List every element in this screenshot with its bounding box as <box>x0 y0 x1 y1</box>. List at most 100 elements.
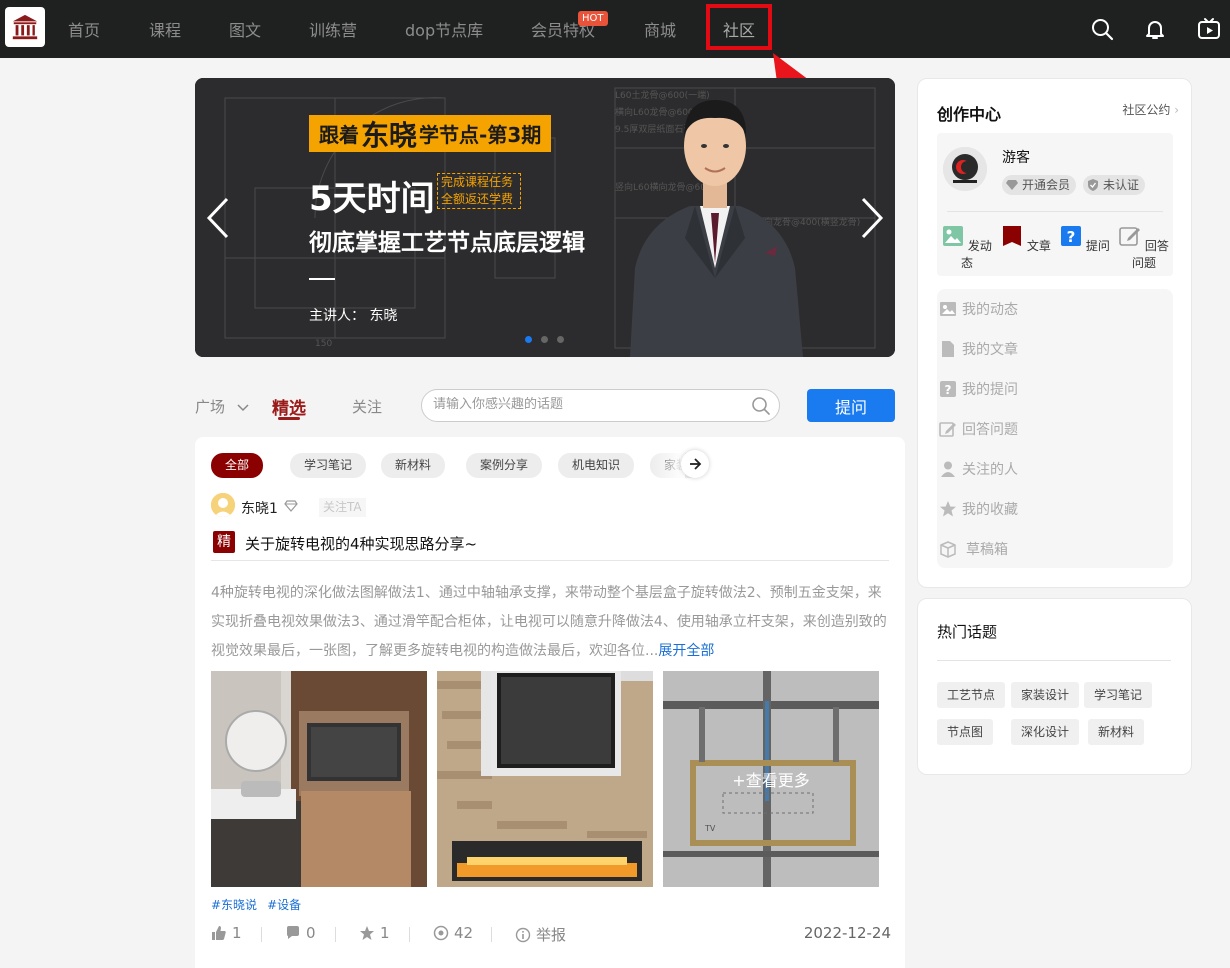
nav-home[interactable]: 首页 <box>68 17 100 41</box>
avatar[interactable] <box>943 147 987 191</box>
menu-my-articles[interactable]: 我的文章 <box>939 339 1018 359</box>
report-button[interactable]: 举报 <box>515 924 566 945</box>
follow-author-button[interactable]: 关注TA <box>319 498 366 517</box>
tab-featured[interactable]: 精选 <box>272 394 306 419</box>
view-more-overlay[interactable]: +查看更多 <box>663 671 879 887</box>
open-vip-badge[interactable]: 开通会员 <box>1002 175 1077 195</box>
post-update-button[interactable]: 发动态 <box>939 225 995 271</box>
banner-box-line2: 全额返还学费 <box>441 192 514 206</box>
article-icon <box>1003 226 1022 246</box>
creation-center-title: 创作中心 <box>937 105 1002 124</box>
hot-topics-divider <box>937 660 1171 661</box>
search-icon[interactable] <box>751 396 771 416</box>
hot-topic-chip[interactable]: 新材料 <box>1088 719 1145 745</box>
banner-tag-name: 东晓 <box>361 118 418 152</box>
category-chip-study-notes[interactable]: 学习笔记 <box>290 453 367 478</box>
banner-dot[interactable] <box>525 336 532 343</box>
video-play-icon[interactable] <box>1197 17 1221 41</box>
nav-courses[interactable]: 课程 <box>149 17 181 41</box>
category-chip-all[interactable]: 全部 <box>211 453 264 478</box>
hot-topic-chip[interactable]: 节点图 <box>937 719 994 745</box>
nav-dop-library[interactable]: dop节点库 <box>405 17 483 41</box>
post-update-label: 发动态 <box>960 239 992 270</box>
menu-my-questions[interactable]: ? 我的提问 <box>939 379 1018 399</box>
svg-text:?: ? <box>945 383 952 397</box>
banner-next-arrow[interactable] <box>859 196 885 240</box>
tab-plaza[interactable]: 广场 <box>195 396 250 417</box>
category-scroll-right-button[interactable] <box>681 450 709 478</box>
comment-icon <box>287 926 299 939</box>
banner-dot[interactable] <box>557 336 564 343</box>
author-avatar[interactable] <box>211 493 235 517</box>
ask-question-button[interactable]: 提问 <box>807 389 895 422</box>
nav-training-camp[interactable]: 训练营 <box>309 17 357 41</box>
post-date: 2022-12-24 <box>803 924 891 942</box>
banner-dots <box>525 336 564 343</box>
banner-subtitle: 彻底掌握工艺节点底层逻辑 <box>309 230 585 256</box>
community-highlight-box <box>706 4 772 50</box>
tab-follow[interactable]: 关注 <box>352 396 382 417</box>
post-image[interactable] <box>437 671 653 887</box>
thumbs-up-icon <box>212 926 226 940</box>
banner-prev-arrow[interactable] <box>205 196 231 240</box>
menu-following[interactable]: 关注的人 <box>939 459 1018 479</box>
banner-dot[interactable] <box>541 336 548 343</box>
uncertified-label: 未认证 <box>1103 178 1140 192</box>
post-image[interactable] <box>211 671 427 887</box>
category-chip-mep[interactable]: 机电知识 <box>558 453 635 478</box>
nav-articles[interactable]: 图文 <box>229 17 261 41</box>
category-chip-case-sharing[interactable]: 案例分享 <box>466 453 543 478</box>
menu-drafts[interactable]: 草稿箱 <box>939 539 1008 559</box>
bell-icon[interactable] <box>1143 17 1167 41</box>
tab-active-indicator <box>278 417 300 420</box>
write-article-label: 文章 <box>1026 239 1051 253</box>
question-icon: ? <box>1061 226 1082 246</box>
hot-topic-chip[interactable]: 家装设计 <box>1011 682 1080 708</box>
star-button[interactable]: 1 <box>359 924 390 942</box>
views-stat: 42 <box>433 924 473 942</box>
menu-my-questions-label: 我的提问 <box>962 382 1018 398</box>
image-icon <box>940 302 956 316</box>
svg-text:?: ? <box>1067 228 1076 246</box>
tag-link[interactable]: #设备 <box>267 898 301 912</box>
category-chip-new-materials[interactable]: 新材料 <box>381 453 446 478</box>
post-body: 4种旋转电视的深化做法图解做法1、通过中轴轴承支撑，来带动整个基层盒子旋转做法2… <box>211 579 891 666</box>
post-title[interactable]: 关于旋转电视的4种实现思路分享~ <box>245 533 477 554</box>
box-icon <box>940 541 956 558</box>
search-input[interactable] <box>433 397 733 412</box>
info-icon <box>515 927 531 942</box>
hot-topic-chip[interactable]: 学习笔记 <box>1084 682 1153 708</box>
menu-my-favorites[interactable]: 我的收藏 <box>939 499 1018 519</box>
uncertified-badge[interactable]: 未认证 <box>1083 175 1146 195</box>
menu-my-updates[interactable]: 我的动态 <box>939 299 1018 319</box>
post-tags: #东晓说 #设备 <box>211 896 311 913</box>
nav-store[interactable]: 商城 <box>644 17 676 41</box>
user-profile-box: 游客 开通会员 未认证 发动态 文章 ? 提问 回答问题 <box>937 133 1173 276</box>
author-name[interactable]: 东晓1 <box>241 498 278 518</box>
stat-separator <box>491 927 492 942</box>
hot-topic-chip[interactable]: 工艺节点 <box>937 682 1006 708</box>
menu-answer-questions[interactable]: 回答问题 <box>939 419 1018 439</box>
tag-link[interactable]: #东晓说 <box>211 898 257 912</box>
answer-question-button[interactable]: 回答问题 <box>1116 225 1172 271</box>
menu-following-label: 关注的人 <box>962 462 1018 478</box>
search-icon[interactable] <box>1090 17 1114 41</box>
expand-all-link[interactable]: 展开全部 <box>658 643 714 659</box>
hero-banner[interactable]: L60土龙骨@600(一端) 横向L60龙骨@600 9.5厚双层纸面石膏板 竖… <box>195 78 895 357</box>
hot-topic-chip[interactable]: 深化设计 <box>1011 719 1080 745</box>
post-image[interactable]: TV +查看更多 <box>663 671 879 887</box>
site-logo[interactable] <box>5 7 45 47</box>
question-icon: ? <box>940 381 956 397</box>
temple-icon <box>12 14 38 40</box>
community-rules-link[interactable]: 社区公约 › <box>1122 101 1179 118</box>
comment-button[interactable]: 0 <box>285 924 316 942</box>
arrow-right-icon <box>690 458 702 470</box>
bedroom-tv-image <box>211 671 427 887</box>
stat-separator <box>261 927 262 942</box>
like-button[interactable]: 1 <box>211 924 242 942</box>
ask-question-shortcut[interactable]: ? 提问 <box>1057 225 1113 254</box>
menu-my-favorites-label: 我的收藏 <box>962 502 1018 518</box>
tab-plaza-label: 广场 <box>195 398 226 416</box>
hot-badge: HOT <box>578 11 608 26</box>
write-article-button[interactable]: 文章 <box>998 225 1054 254</box>
